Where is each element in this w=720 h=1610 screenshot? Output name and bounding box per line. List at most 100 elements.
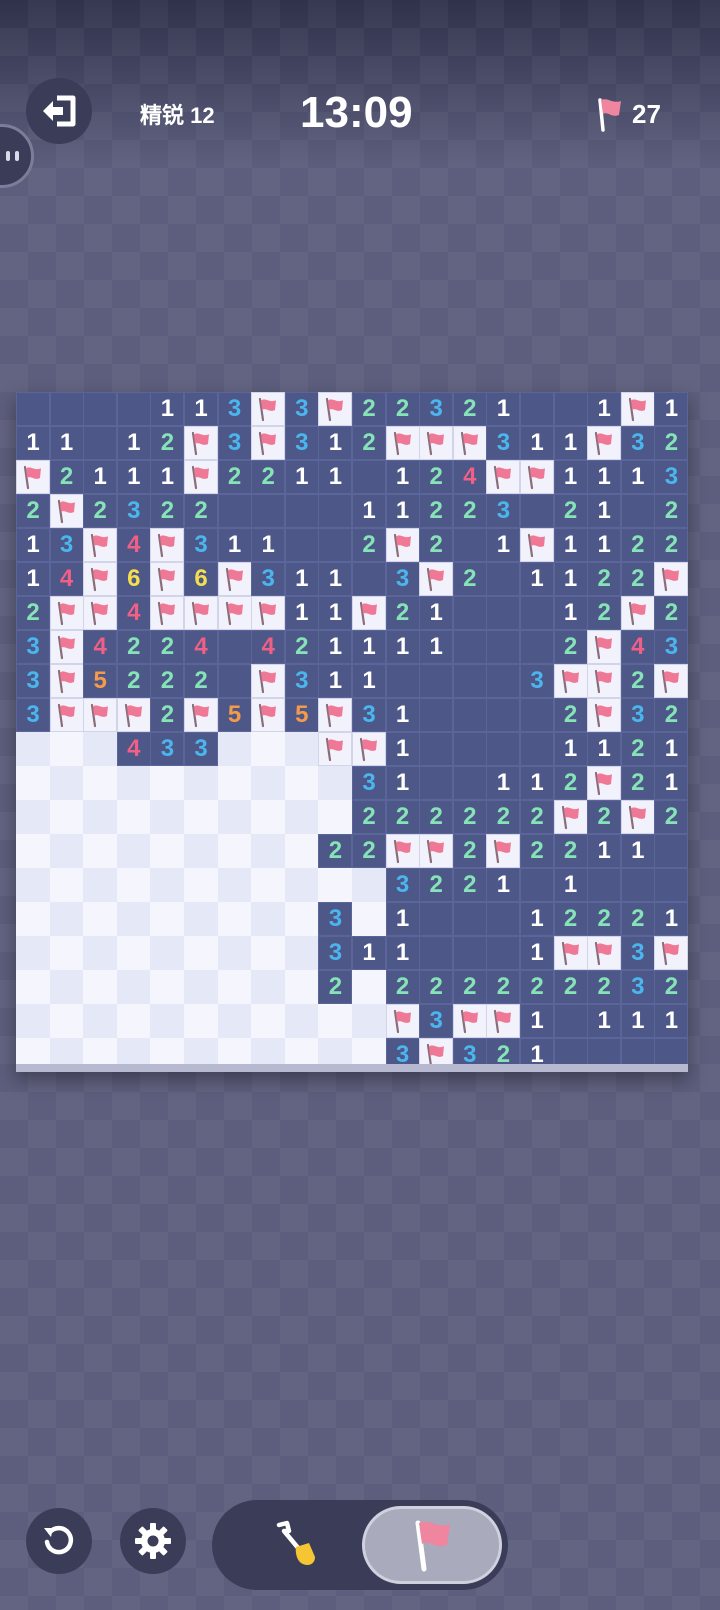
hidden-cell[interactable]: [150, 834, 185, 868]
number-cell[interactable]: 4: [116, 596, 151, 630]
number-cell[interactable]: 3: [16, 698, 50, 732]
number-cell[interactable]: 2: [486, 970, 521, 1004]
number-cell[interactable]: 2: [654, 970, 689, 1004]
number-cell[interactable]: 1: [587, 528, 622, 562]
hidden-cell[interactable]: [251, 936, 286, 970]
flag-mode-button[interactable]: [362, 1506, 502, 1584]
revealed-cell[interactable]: [486, 732, 521, 766]
revealed-cell[interactable]: [553, 1004, 588, 1038]
hidden-cell[interactable]: [150, 902, 185, 936]
hidden-cell[interactable]: [184, 902, 218, 936]
number-cell[interactable]: 2: [419, 800, 454, 834]
hidden-cell[interactable]: [318, 1004, 353, 1038]
hidden-cell[interactable]: [49, 970, 84, 1004]
hidden-cell[interactable]: [251, 868, 286, 902]
number-cell[interactable]: 2: [150, 698, 185, 732]
flagged-cell[interactable]: [116, 698, 151, 732]
number-cell[interactable]: 3: [284, 392, 319, 426]
revealed-cell[interactable]: [486, 664, 521, 698]
number-cell[interactable]: 2: [352, 834, 386, 868]
hidden-cell[interactable]: [49, 834, 84, 868]
flagged-cell[interactable]: [150, 596, 185, 630]
number-cell[interactable]: 2: [150, 494, 185, 528]
flagged-cell[interactable]: [553, 664, 588, 698]
revealed-cell[interactable]: [452, 902, 487, 936]
number-cell[interactable]: 2: [553, 494, 588, 528]
flagged-cell[interactable]: [654, 562, 689, 596]
number-cell[interactable]: 1: [16, 562, 50, 596]
hidden-cell[interactable]: [217, 902, 252, 936]
number-cell[interactable]: 1: [654, 732, 689, 766]
revealed-cell[interactable]: [486, 936, 521, 970]
hidden-cell[interactable]: [16, 902, 50, 936]
number-cell[interactable]: 1: [150, 460, 185, 494]
number-cell[interactable]: 1: [654, 902, 689, 936]
hidden-cell[interactable]: [116, 834, 151, 868]
number-cell[interactable]: 2: [452, 562, 487, 596]
flagged-cell[interactable]: [318, 732, 353, 766]
revealed-cell[interactable]: [520, 596, 554, 630]
hidden-cell[interactable]: [150, 868, 185, 902]
revealed-cell[interactable]: [452, 630, 487, 664]
hidden-cell[interactable]: [217, 732, 252, 766]
number-cell[interactable]: 3: [217, 392, 252, 426]
revealed-cell[interactable]: [486, 562, 521, 596]
hidden-cell[interactable]: [217, 970, 252, 1004]
hidden-cell[interactable]: [318, 766, 353, 800]
number-cell[interactable]: 2: [116, 630, 151, 664]
flagged-cell[interactable]: [251, 596, 286, 630]
revealed-cell[interactable]: [553, 392, 588, 426]
flagged-cell[interactable]: [419, 426, 454, 460]
number-cell[interactable]: 2: [385, 392, 420, 426]
flagged-cell[interactable]: [385, 834, 420, 868]
revealed-cell[interactable]: [49, 392, 84, 426]
number-cell[interactable]: 2: [385, 596, 420, 630]
hidden-cell[interactable]: [284, 868, 319, 902]
flagged-cell[interactable]: [587, 766, 622, 800]
revealed-cell[interactable]: [654, 868, 689, 902]
hidden-cell[interactable]: [284, 766, 319, 800]
number-cell[interactable]: 2: [654, 528, 689, 562]
number-cell[interactable]: 2: [520, 800, 554, 834]
number-cell[interactable]: 3: [620, 970, 655, 1004]
revealed-cell[interactable]: [352, 460, 386, 494]
hidden-cell[interactable]: [150, 1004, 185, 1038]
flagged-cell[interactable]: [553, 800, 588, 834]
flagged-cell[interactable]: [587, 630, 622, 664]
revealed-cell[interactable]: [116, 392, 151, 426]
revealed-cell[interactable]: [452, 528, 487, 562]
number-cell[interactable]: 2: [486, 800, 521, 834]
flagged-cell[interactable]: [620, 596, 655, 630]
hidden-cell[interactable]: [150, 970, 185, 1004]
number-cell[interactable]: 3: [284, 664, 319, 698]
number-cell[interactable]: 2: [419, 460, 454, 494]
hidden-cell[interactable]: [284, 732, 319, 766]
number-cell[interactable]: 2: [553, 766, 588, 800]
revealed-cell[interactable]: [452, 732, 487, 766]
number-cell[interactable]: 1: [587, 834, 622, 868]
number-cell[interactable]: 1: [620, 834, 655, 868]
hidden-cell[interactable]: [217, 868, 252, 902]
number-cell[interactable]: 2: [553, 630, 588, 664]
number-cell[interactable]: 1: [352, 494, 386, 528]
flagged-cell[interactable]: [251, 664, 286, 698]
number-cell[interactable]: 3: [184, 732, 218, 766]
number-cell[interactable]: 1: [49, 426, 84, 460]
hidden-cell[interactable]: [184, 970, 218, 1004]
revealed-cell[interactable]: [520, 732, 554, 766]
revealed-cell[interactable]: [83, 426, 118, 460]
number-cell[interactable]: 2: [620, 664, 655, 698]
number-cell[interactable]: 2: [16, 494, 50, 528]
revealed-cell[interactable]: [486, 630, 521, 664]
flagged-cell[interactable]: [217, 562, 252, 596]
restart-button[interactable]: [26, 1508, 92, 1574]
number-cell[interactable]: 1: [318, 460, 353, 494]
flagged-cell[interactable]: [251, 426, 286, 460]
hidden-cell[interactable]: [116, 1004, 151, 1038]
number-cell[interactable]: 1: [486, 766, 521, 800]
revealed-cell[interactable]: [452, 766, 487, 800]
flagged-cell[interactable]: [419, 562, 454, 596]
flagged-cell[interactable]: [16, 460, 50, 494]
hidden-cell[interactable]: [16, 800, 50, 834]
number-cell[interactable]: 1: [419, 596, 454, 630]
